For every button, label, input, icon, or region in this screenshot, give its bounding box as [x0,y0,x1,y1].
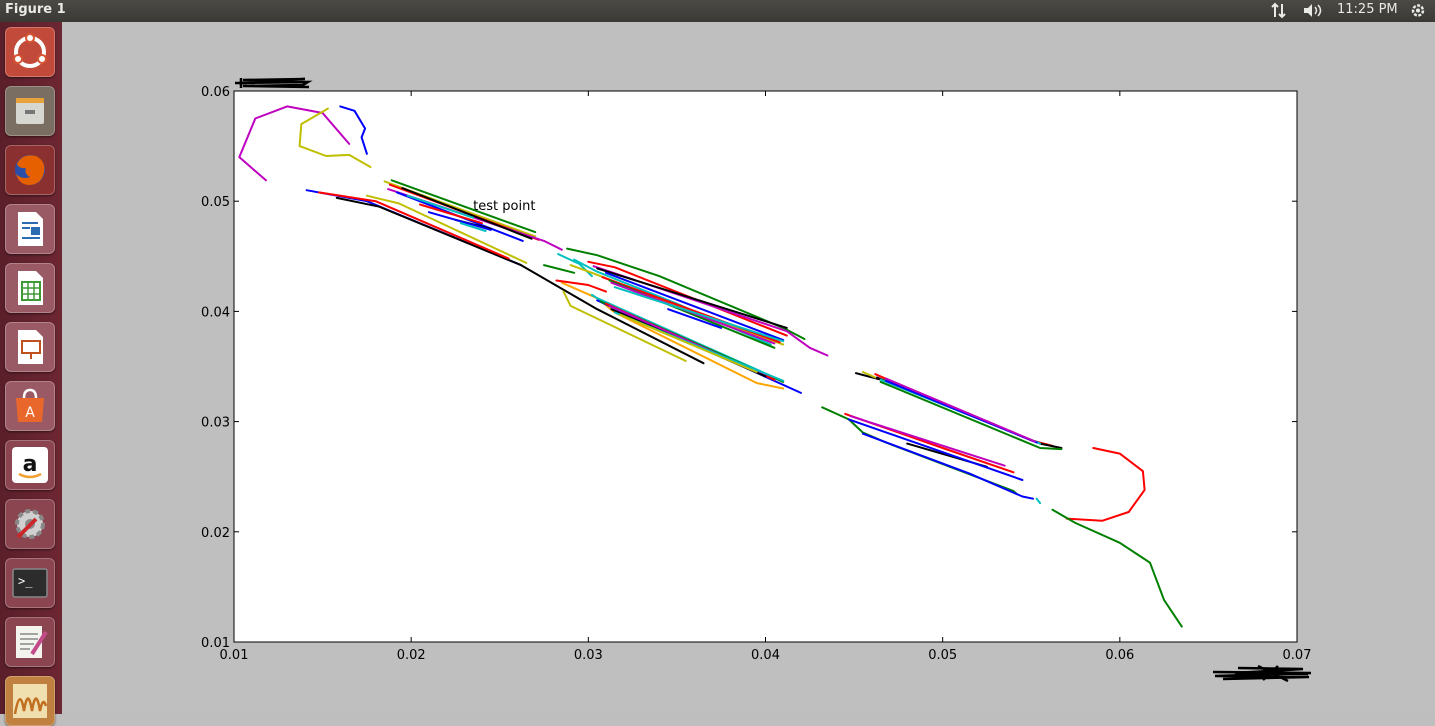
x-tick-label: 0.06 [1105,648,1134,663]
ubuntu-dash-icon[interactable] [5,27,55,77]
network-updown-icon[interactable] [1270,2,1290,23]
svg-text:a: a [23,452,38,477]
system-settings-icon[interactable] [5,499,55,549]
clock[interactable]: 11:25 PM [1337,2,1398,17]
libreoffice-writer-icon[interactable] [5,204,55,254]
firefox-icon[interactable] [5,145,55,195]
x-tick-label: 0.03 [574,648,603,663]
redacted-offset-label-top [235,77,313,89]
plot-area [234,91,1297,642]
ubuntu-software-icon[interactable]: A [5,381,55,431]
y-tick-label: 0.05 [201,195,230,210]
svg-text:A: A [25,405,35,421]
text-editor-icon[interactable] [5,617,55,667]
libreoffice-calc-icon[interactable] [5,263,55,313]
plot-canvas: 0.01 0.02 0.03 0.04 0.05 0.06 0.070.010.020.03… [201,77,1312,683]
y-tick-label: 0.06 [201,85,230,100]
redacted-offset-label-bottom [1212,664,1312,683]
top-panel: Figure 1 11:25 PM [0,0,1435,22]
amazon-icon[interactable]: a [5,440,55,490]
matplotlib-figure-icon[interactable] [5,676,55,726]
power-gear-icon[interactable] [1408,2,1428,23]
y-tick-label: 0.01 [201,636,230,651]
figure-window: 0.01 0.02 0.03 0.04 0.05 0.06 0.07 0.01 0.02 0.03… [63,23,1435,714]
svg-text:>_: >_ [18,574,33,588]
libreoffice-impress-icon[interactable] [5,322,55,372]
volume-icon[interactable] [1302,2,1326,23]
files-icon[interactable] [5,86,55,136]
y-tick-label: 0.03 [201,416,230,431]
annotation-text: test point [473,199,535,214]
x-tick-label: 0.07 [1283,648,1312,663]
x-tick-label: 0.05 [928,648,957,663]
x-tick-label: 0.04 [751,648,780,663]
x-tick-label: 0.02 [397,648,426,663]
y-tick-label: 0.04 [201,305,230,320]
window-title: Figure 1 [5,2,66,17]
terminal-icon[interactable]: >_ [5,558,55,608]
launcher-sidebar: Aa >_ [0,22,62,726]
y-tick-label: 0.02 [201,526,230,541]
